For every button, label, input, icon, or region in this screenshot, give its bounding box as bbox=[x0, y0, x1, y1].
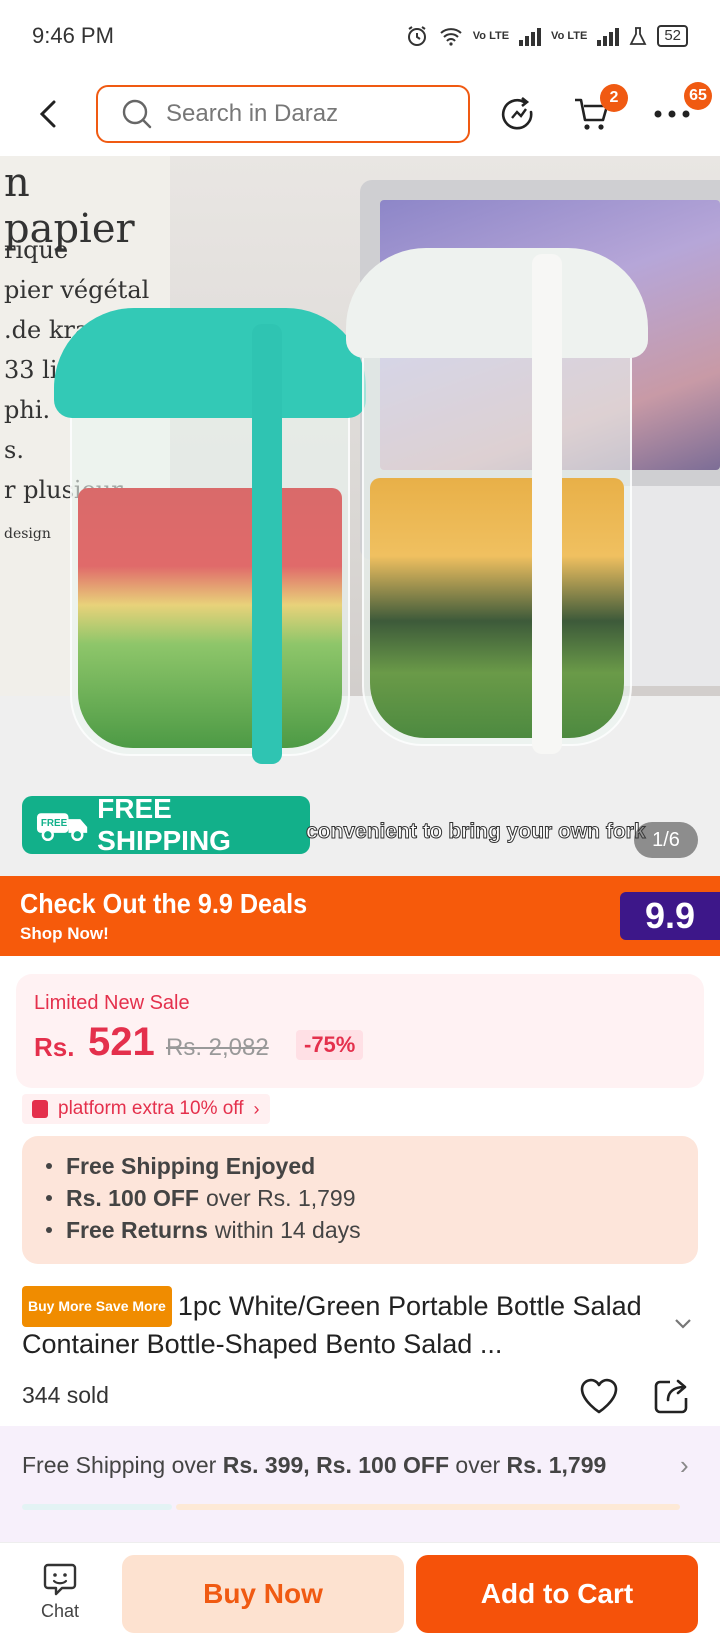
benefit-bold: Free Returns bbox=[66, 1217, 208, 1243]
product-title-block[interactable]: Buy More Save More 1pc White/Green Portabl… bbox=[22, 1286, 672, 1362]
expand-title-button[interactable] bbox=[674, 1310, 692, 1336]
lte-indicator-2: Vo LTE bbox=[551, 30, 588, 42]
chat-icon bbox=[43, 1563, 77, 1596]
price-card: Limited New Sale Rs. 521 Rs. 2,082 -75% bbox=[16, 974, 704, 1088]
bullet-icon bbox=[46, 1163, 52, 1169]
search-placeholder: Search in Daraz bbox=[166, 100, 339, 127]
battery-indicator: 52 bbox=[657, 25, 688, 47]
benefit-bold: Rs. 100 OFF bbox=[66, 1185, 199, 1211]
notification-count-badge: 65 bbox=[684, 82, 712, 110]
alarm-icon bbox=[407, 26, 426, 46]
chevron-right-icon: › bbox=[253, 1098, 260, 1119]
platform-discount-label: platform extra 10% off bbox=[58, 1098, 244, 1119]
shipping-threshold-2: Rs. 1,799 bbox=[506, 1452, 607, 1478]
history-icon bbox=[501, 96, 533, 130]
benefit-item: Free Returns within 14 days bbox=[46, 1214, 698, 1246]
wifi-icon bbox=[440, 28, 462, 46]
free-truck-icon: FREE bbox=[36, 813, 88, 841]
green-jar-fork bbox=[252, 324, 282, 764]
product-image-gallery[interactable]: n papier rique pier végétal .de kraft 33… bbox=[0, 156, 720, 876]
white-jar-lid bbox=[346, 248, 648, 358]
progress-segment-1 bbox=[22, 1504, 172, 1510]
paper-line-2: rique bbox=[4, 236, 69, 264]
signal-icon-2 bbox=[597, 26, 620, 46]
green-jar-salad bbox=[78, 488, 342, 748]
paper-line-6: phi. bbox=[4, 396, 51, 424]
benefit-bold: Free Shipping Enjoyed bbox=[66, 1153, 316, 1179]
buy-more-save-more-badge: Buy More Save More bbox=[22, 1286, 172, 1327]
current-price: 521 bbox=[88, 1020, 155, 1064]
benefit-rest: over Rs. 1,799 bbox=[205, 1185, 356, 1211]
chat-button[interactable]: Chat bbox=[30, 1561, 90, 1622]
shipping-prefix: Free Shipping over bbox=[22, 1452, 217, 1478]
benefits-list: Free Shipping Enjoyed Rs. 100 OFF over Rs… bbox=[22, 1136, 698, 1264]
deals-subtitle: Shop Now! bbox=[20, 924, 109, 943]
deals-banner[interactable]: Check Out the 9.9 Deals Shop Now! 9.9 bbox=[0, 876, 720, 956]
shipping-middle: over bbox=[455, 1452, 501, 1478]
image-counter: 1/6 bbox=[634, 822, 698, 858]
search-input[interactable]: Search in Daraz bbox=[96, 85, 470, 143]
bullet-icon bbox=[46, 1227, 52, 1233]
search-icon bbox=[120, 97, 154, 131]
buy-now-button[interactable]: Buy Now bbox=[122, 1555, 404, 1633]
signal-icon-1 bbox=[519, 26, 542, 46]
paper-line-7: s. bbox=[4, 436, 24, 464]
back-button[interactable] bbox=[30, 94, 66, 134]
green-jar-lid bbox=[54, 308, 366, 418]
white-salad-jar bbox=[346, 248, 648, 754]
wishlist-button[interactable] bbox=[578, 1376, 620, 1416]
shipping-threshold-1: Rs. 399, Rs. 100 OFF bbox=[222, 1452, 450, 1478]
benefit-item: Rs. 100 OFF over Rs. 1,799 bbox=[46, 1182, 698, 1214]
status-icons: Vo LTE Vo LTE 52 bbox=[405, 24, 688, 48]
free-shipping-label: FREE SHIPPING bbox=[97, 793, 231, 856]
platform-discount-chip[interactable]: platform extra 10% off › bbox=[22, 1094, 270, 1124]
save-more-text: Save More bbox=[95, 1298, 166, 1314]
sold-count: 344 sold bbox=[22, 1382, 109, 1408]
lte-indicator-1: Vo LTE bbox=[472, 30, 510, 42]
chevron-left-icon bbox=[39, 100, 56, 128]
shipping-promo-text: Free Shipping over Rs. 399, Rs. 100 OFF … bbox=[22, 1452, 606, 1479]
more-dots-icon bbox=[654, 110, 690, 118]
sale-label: Limited New Sale bbox=[34, 992, 190, 1014]
white-jar-fork bbox=[532, 254, 562, 754]
cart-button[interactable]: 2 bbox=[570, 84, 628, 136]
white-jar-salad bbox=[370, 478, 624, 738]
free-shipping-badge: FREE FREE SHIPPING bbox=[22, 793, 310, 856]
green-salad-jar bbox=[54, 308, 366, 764]
flask-icon bbox=[629, 27, 647, 45]
deals-logo: 9.9 bbox=[620, 892, 720, 940]
cart-count-badge: 2 bbox=[600, 84, 628, 112]
more-button[interactable]: 65 bbox=[650, 82, 712, 136]
discount-badge: -75% bbox=[296, 1030, 364, 1060]
deals-title: Check Out the 9.9 Deals bbox=[20, 888, 308, 919]
status-time: 9:46 PM bbox=[32, 23, 114, 48]
image-caption: convenient to bring your own fork bbox=[306, 820, 647, 844]
product-detail-page: 9:46 PM Vo LTE Vo LTE 52 Search in Daraz bbox=[0, 0, 720, 1640]
chat-label: Chat bbox=[40, 1601, 80, 1621]
share-button[interactable] bbox=[652, 1376, 690, 1416]
heart-icon bbox=[580, 1378, 618, 1414]
bottom-action-bar: Chat Buy Now Add to Cart bbox=[0, 1542, 720, 1640]
bullet-icon bbox=[46, 1195, 52, 1201]
buy-more-text: Buy More bbox=[28, 1298, 92, 1314]
original-price: Rs. 2,082 bbox=[166, 1034, 269, 1061]
paper-line-3: pier végétal bbox=[4, 276, 150, 304]
chevron-down-icon bbox=[675, 1319, 691, 1329]
history-button[interactable] bbox=[496, 92, 540, 136]
top-navigation: Search in Daraz 2 65 bbox=[0, 80, 720, 150]
benefit-rest: within 14 days bbox=[214, 1217, 361, 1243]
voucher-icon bbox=[32, 1100, 48, 1118]
paper-line-9: design bbox=[4, 526, 51, 542]
benefit-item: Free Shipping Enjoyed bbox=[46, 1150, 698, 1182]
share-icon bbox=[654, 1379, 688, 1414]
free-tag-text: FREE bbox=[41, 818, 68, 829]
status-bar: 9:46 PM Vo LTE Vo LTE 52 bbox=[0, 0, 720, 72]
add-to-cart-button[interactable]: Add to Cart bbox=[416, 1555, 698, 1633]
chevron-right-icon: › bbox=[680, 1450, 689, 1480]
progress-segment-2 bbox=[176, 1504, 680, 1510]
price-currency: Rs. bbox=[34, 1032, 75, 1062]
shipping-promo-bar[interactable]: Free Shipping over Rs. 399, Rs. 100 OFF … bbox=[0, 1426, 720, 1542]
